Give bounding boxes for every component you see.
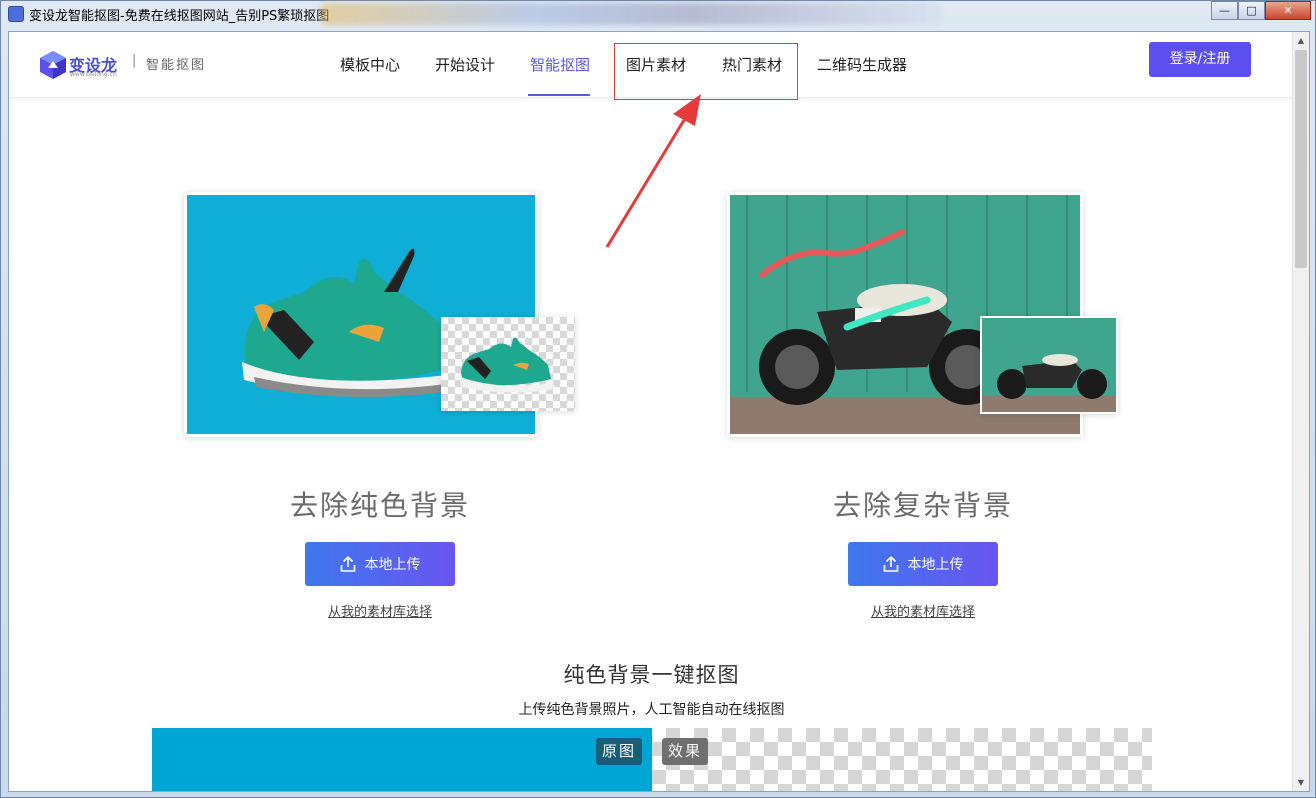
feature-title-complex: 去除复杂背景 <box>832 489 1013 522</box>
scrollbar-thumb[interactable] <box>1295 50 1307 268</box>
tag-effect: 效果 <box>662 738 709 765</box>
library-link-complex[interactable]: 从我的素材库选择 <box>823 601 1023 620</box>
logo-icon[interactable] <box>39 50 67 80</box>
active-nav-indicator <box>528 94 590 96</box>
sneaker-cutout-image <box>460 337 555 393</box>
app-icon <box>8 6 24 22</box>
section-title: 纯色背景一键抠图 <box>563 663 740 687</box>
login-register-button[interactable]: 登录/注册 <box>1149 42 1251 77</box>
logo-separator: | <box>132 53 137 68</box>
maximize-button[interactable]: □ <box>1238 1 1265 20</box>
motorcycle-cutout-image <box>982 318 1116 412</box>
sneaker-cutout-preview <box>441 317 575 411</box>
motorcycle-cutout-preview <box>980 316 1118 414</box>
minimize-button[interactable]: — <box>1211 1 1238 20</box>
site-header: 变设龙 www.bsilong.cn | 智能抠图 模板中心 开始设计 智能抠图… <box>9 32 1294 100</box>
demo-effect-image <box>652 728 1152 791</box>
title-bar: 变设龙智能抠图-免费在线抠图网站_告别PS繁琐抠图 — □ ✕ <box>1 1 1316 27</box>
blurred-tabs-area <box>321 3 941 25</box>
logo-url: www.bsilong.cn <box>70 71 117 78</box>
close-button[interactable]: ✕ <box>1265 1 1311 20</box>
upload-button-label: 本地上传 <box>907 557 964 573</box>
upload-button-label: 本地上传 <box>364 557 421 573</box>
scroll-up-icon[interactable]: ▲ <box>1293 32 1309 49</box>
annotation-arrow-icon <box>605 94 701 248</box>
browser-window: 变设龙智能抠图-免费在线抠图网站_告别PS繁琐抠图 — □ ✕ 变设龙 www.… <box>0 0 1316 798</box>
library-link-solid[interactable]: 从我的素材库选择 <box>280 601 480 620</box>
nav-qr-generator[interactable]: 二维码生成器 <box>817 54 907 75</box>
vertical-scrollbar[interactable]: ▲ ▼ <box>1292 32 1309 791</box>
logo-tagline: 智能抠图 <box>146 58 207 73</box>
scroll-down-icon[interactable]: ▼ <box>1293 774 1309 791</box>
section-subtitle: 上传纯色背景照片，人工智能自动在线抠图 <box>518 702 785 718</box>
window-title: 变设龙智能抠图-免费在线抠图网站_告别PS繁琐抠图 <box>29 9 330 24</box>
feature-title-solid: 去除纯色背景 <box>289 489 470 522</box>
page-viewport: 变设龙 www.bsilong.cn | 智能抠图 模板中心 开始设计 智能抠图… <box>8 31 1310 792</box>
upload-icon <box>340 556 355 572</box>
upload-button-complex[interactable]: 本地上传 <box>848 542 998 586</box>
nav-smart-cutout[interactable]: 智能抠图 <box>530 54 590 75</box>
nav-template-center[interactable]: 模板中心 <box>340 54 400 75</box>
upload-button-solid[interactable]: 本地上传 <box>305 542 455 586</box>
tag-original: 原图 <box>596 738 643 765</box>
nav-start-design[interactable]: 开始设计 <box>435 54 495 75</box>
upload-icon <box>883 556 898 572</box>
demo-original-image <box>152 728 652 791</box>
